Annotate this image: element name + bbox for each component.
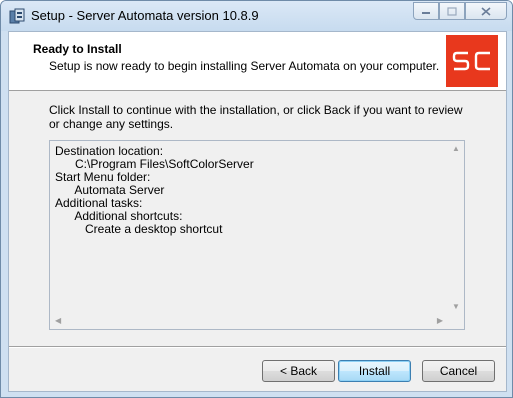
brand-logo (446, 35, 498, 87)
minimize-icon (422, 12, 430, 14)
footer-divider-highlight (9, 347, 506, 348)
back-button[interactable]: < Back (262, 360, 335, 382)
maximize-icon (447, 6, 457, 16)
close-icon (481, 6, 491, 16)
installer-app-icon (9, 8, 25, 24)
scroll-right-icon[interactable]: ▶ (437, 316, 443, 325)
install-button[interactable]: Install (338, 360, 411, 382)
memo-content: Destination location: C:\Program Files\S… (55, 145, 254, 236)
wizard-client-area: Ready to Install Setup is now ready to b… (8, 31, 507, 392)
cancel-button[interactable]: Cancel (422, 360, 495, 382)
scroll-up-icon[interactable]: ▲ (452, 144, 460, 153)
page-title: Ready to Install (33, 42, 122, 56)
page-subtitle: Setup is now ready to begin installing S… (49, 59, 440, 73)
memo-line: Create a desktop shortcut (55, 222, 223, 236)
scroll-left-icon[interactable]: ◀ (55, 316, 61, 325)
window-title: Setup - Server Automata version 10.8.9 (31, 8, 259, 23)
intro-text: Click Install to continue with the insta… (49, 103, 463, 131)
ready-memo[interactable]: Destination location: C:\Program Files\S… (49, 140, 465, 330)
caption-buttons (413, 2, 507, 21)
title-bar[interactable]: Setup - Server Automata version 10.8.9 (1, 1, 512, 31)
setup-window: Setup - Server Automata version 10.8.9 R… (0, 0, 513, 398)
maximize-button[interactable] (439, 2, 465, 20)
minimize-button[interactable] (413, 2, 439, 20)
scrollbar-corner (448, 313, 464, 329)
close-button[interactable] (465, 2, 507, 20)
scroll-down-icon[interactable]: ▼ (452, 302, 460, 311)
horizontal-scrollbar[interactable]: ◀ ▶ (50, 313, 448, 329)
sc-logo-icon (452, 51, 490, 71)
vertical-scrollbar[interactable]: ▲ ▼ (448, 141, 464, 313)
wizard-header: Ready to Install Setup is now ready to b… (9, 32, 506, 91)
